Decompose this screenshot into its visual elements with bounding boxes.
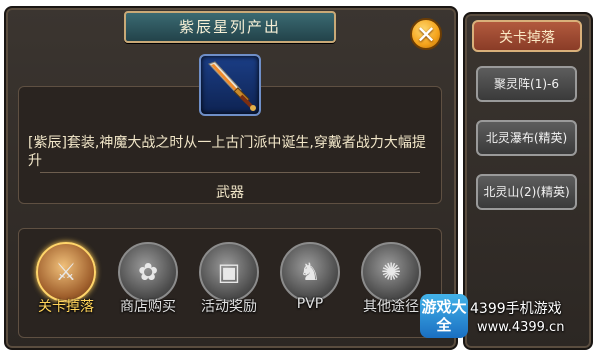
stage-button[interactable]: 聚灵阵(1)-6 [476, 66, 577, 102]
shop-bag-icon: ✿ [137, 258, 159, 286]
source-label: PVP [296, 296, 324, 312]
item-slot[interactable] [199, 54, 261, 116]
close-button[interactable]: ✕ [410, 18, 442, 50]
treasure-chest-icon: ▣ [217, 258, 241, 286]
watermark-site: 4399手机游戏 [470, 301, 562, 317]
watermark-logo: 游戏大全 [420, 294, 468, 338]
stage-button[interactable]: 北灵山(2)(精英) [476, 174, 577, 210]
source-pvp-button[interactable]: ♞ PVP [275, 236, 345, 334]
crossed-swords-icon: ⚔ [55, 258, 77, 286]
divider [40, 172, 420, 173]
stage-button[interactable]: 北灵瀑布(精英) [476, 120, 577, 156]
source-label: 商店购买 [120, 299, 176, 315]
source-event-button[interactable]: ▣ 活动奖励 [194, 236, 264, 334]
close-icon: ✕ [415, 21, 437, 49]
dialog-title: 紫辰星列产出 [124, 11, 336, 43]
item-description: [紫辰]套装,神魔大战之时从一上古门派中诞生,穿戴者战力大幅提升 [28, 135, 426, 169]
wheel-icon: ✺ [380, 258, 402, 286]
source-other-button[interactable]: ✺ 其他途径 [356, 236, 426, 334]
sword-icon [208, 61, 256, 111]
watermark-url: www.4399.cn [477, 320, 565, 335]
source-label: 活动奖励 [201, 299, 257, 315]
drop-stage-header: 关卡掉落 [472, 20, 582, 52]
source-label: 关卡掉落 [38, 299, 94, 315]
pvp-helmet-icon: ♞ [299, 258, 321, 286]
source-shop-button[interactable]: ✿ 商店购买 [113, 236, 183, 334]
source-stage-drop-button[interactable]: ⚔ 关卡掉落 [31, 236, 101, 334]
item-type: 武器 [216, 185, 244, 201]
screen: 紫辰星列产出 ✕ [紫辰]套装,神魔大战之时从一上古门派中诞生,穿戴者战力大幅提… [0, 0, 596, 351]
